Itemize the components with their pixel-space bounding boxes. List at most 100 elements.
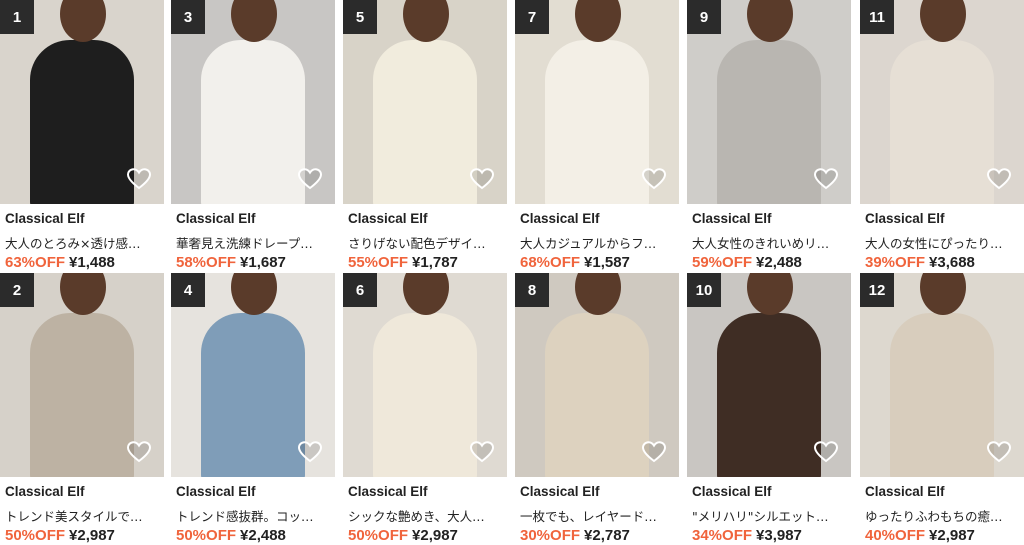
model-garment: [30, 313, 134, 477]
heart-icon-svg: [642, 168, 666, 190]
product-title[interactable]: 大人の女性にぴったり…: [865, 233, 1023, 252]
rank-badge: 2: [0, 273, 34, 307]
price-value: ¥1,787: [412, 254, 458, 271]
brand-name[interactable]: Classical Elf: [692, 211, 772, 226]
price-row: 50%OFF ¥2,488: [176, 527, 286, 544]
heart-icon[interactable]: [467, 437, 497, 467]
price-row: 68%OFF ¥1,587: [520, 254, 630, 271]
brand-name[interactable]: Classical Elf: [5, 484, 85, 499]
heart-icon[interactable]: [639, 437, 669, 467]
price-value: ¥3,987: [756, 527, 802, 544]
heart-icon-svg: [470, 441, 494, 463]
product-title[interactable]: 大人女性のきれいめリ…: [692, 233, 850, 252]
product-card[interactable]: 2 Classical Elf トレンド美スタイルで… 50%OFF ¥2,987: [0, 273, 164, 545]
product-title[interactable]: さりげない配色デザイ…: [348, 233, 506, 252]
product-image[interactable]: 9: [687, 0, 851, 204]
product-title[interactable]: 華奢見え洗練ドレープ…: [176, 233, 334, 252]
discount-label: 39%OFF: [865, 254, 926, 271]
product-card[interactable]: 5 Classical Elf さりげない配色デザイ… 55%OFF ¥1,787: [343, 0, 507, 272]
product-image[interactable]: 5: [343, 0, 507, 204]
product-title[interactable]: "メリハリ"シルエット…: [692, 506, 850, 525]
heart-icon[interactable]: [124, 437, 154, 467]
product-card[interactable]: 7 Classical Elf 大人カジュアルからフ… 68%OFF ¥1,587: [515, 0, 679, 272]
price-row: 50%OFF ¥2,987: [5, 527, 115, 544]
price-row: 59%OFF ¥2,488: [692, 254, 802, 271]
discount-label: 68%OFF: [520, 254, 581, 271]
price-row: 39%OFF ¥3,688: [865, 254, 975, 271]
product-image[interactable]: 10: [687, 273, 851, 477]
product-title[interactable]: ゆったりふわもちの癒…: [865, 506, 1023, 525]
discount-label: 34%OFF: [692, 527, 753, 544]
product-image[interactable]: 8: [515, 273, 679, 477]
rank-badge: 1: [0, 0, 34, 34]
rank-badge: 8: [515, 273, 549, 307]
product-image[interactable]: 3: [171, 0, 335, 204]
brand-name[interactable]: Classical Elf: [348, 484, 428, 499]
product-card[interactable]: 3 Classical Elf 華奢見え洗練ドレープ… 58%OFF ¥1,687: [171, 0, 335, 272]
heart-icon-svg: [298, 441, 322, 463]
product-image[interactable]: 7: [515, 0, 679, 204]
rank-badge: 7: [515, 0, 549, 34]
model-garment: [890, 313, 994, 477]
heart-icon[interactable]: [984, 437, 1014, 467]
heart-icon[interactable]: [124, 164, 154, 194]
brand-name[interactable]: Classical Elf: [520, 484, 600, 499]
price-value: ¥1,587: [584, 254, 630, 271]
rank-badge: 5: [343, 0, 377, 34]
discount-label: 50%OFF: [348, 527, 409, 544]
product-card[interactable]: 9 Classical Elf 大人女性のきれいめリ… 59%OFF ¥2,488: [687, 0, 851, 272]
heart-icon[interactable]: [295, 437, 325, 467]
heart-icon-svg: [814, 441, 838, 463]
model-garment: [30, 40, 134, 204]
product-title[interactable]: 大人のとろみ×透け感…: [5, 233, 163, 252]
brand-name[interactable]: Classical Elf: [865, 211, 945, 226]
heart-icon[interactable]: [467, 164, 497, 194]
product-title[interactable]: シックな艶めき、大人…: [348, 506, 506, 525]
discount-label: 30%OFF: [520, 527, 581, 544]
model-garment: [717, 40, 821, 204]
product-image[interactable]: 4: [171, 273, 335, 477]
product-card[interactable]: 4 Classical Elf トレンド感抜群。コッ… 50%OFF ¥2,488: [171, 273, 335, 545]
product-card[interactable]: 1 Classical Elf 大人のとろみ×透け感… 63%OFF ¥1,488: [0, 0, 164, 272]
heart-icon-svg: [127, 168, 151, 190]
product-card[interactable]: 8 Classical Elf 一枚でも、レイヤード… 30%OFF ¥2,787: [515, 273, 679, 545]
heart-icon[interactable]: [984, 164, 1014, 194]
product-image[interactable]: 6: [343, 273, 507, 477]
heart-icon-svg: [470, 168, 494, 190]
brand-name[interactable]: Classical Elf: [520, 211, 600, 226]
price-value: ¥2,488: [240, 527, 286, 544]
rank-badge: 10: [687, 273, 721, 307]
product-title[interactable]: トレンド美スタイルで…: [5, 506, 163, 525]
heart-icon-svg: [814, 168, 838, 190]
product-image[interactable]: 12: [860, 273, 1024, 477]
model-garment: [373, 313, 477, 477]
price-value: ¥2,488: [756, 254, 802, 271]
heart-icon[interactable]: [639, 164, 669, 194]
brand-name[interactable]: Classical Elf: [348, 211, 428, 226]
heart-icon-svg: [642, 441, 666, 463]
product-image[interactable]: 1: [0, 0, 164, 204]
heart-icon[interactable]: [295, 164, 325, 194]
model-garment: [545, 40, 649, 204]
product-image[interactable]: 2: [0, 273, 164, 477]
product-card[interactable]: 12 Classical Elf ゆったりふわもちの癒… 40%OFF ¥2,98…: [860, 273, 1024, 545]
product-card[interactable]: 11 Classical Elf 大人の女性にぴったり… 39%OFF ¥3,68…: [860, 0, 1024, 272]
brand-name[interactable]: Classical Elf: [5, 211, 85, 226]
product-title[interactable]: トレンド感抜群。コッ…: [176, 506, 334, 525]
rank-badge: 4: [171, 273, 205, 307]
brand-name[interactable]: Classical Elf: [865, 484, 945, 499]
price-value: ¥2,987: [412, 527, 458, 544]
product-title[interactable]: 大人カジュアルからフ…: [520, 233, 678, 252]
brand-name[interactable]: Classical Elf: [692, 484, 772, 499]
brand-name[interactable]: Classical Elf: [176, 484, 256, 499]
heart-icon[interactable]: [811, 437, 841, 467]
rank-badge: 11: [860, 0, 894, 34]
product-card[interactable]: 6 Classical Elf シックな艶めき、大人… 50%OFF ¥2,987: [343, 273, 507, 545]
product-card[interactable]: 10 Classical Elf "メリハリ"シルエット… 34%OFF ¥3,9…: [687, 273, 851, 545]
product-image[interactable]: 11: [860, 0, 1024, 204]
price-value: ¥2,787: [584, 527, 630, 544]
heart-icon[interactable]: [811, 164, 841, 194]
brand-name[interactable]: Classical Elf: [176, 211, 256, 226]
rank-badge: 3: [171, 0, 205, 34]
product-title[interactable]: 一枚でも、レイヤード…: [520, 506, 678, 525]
